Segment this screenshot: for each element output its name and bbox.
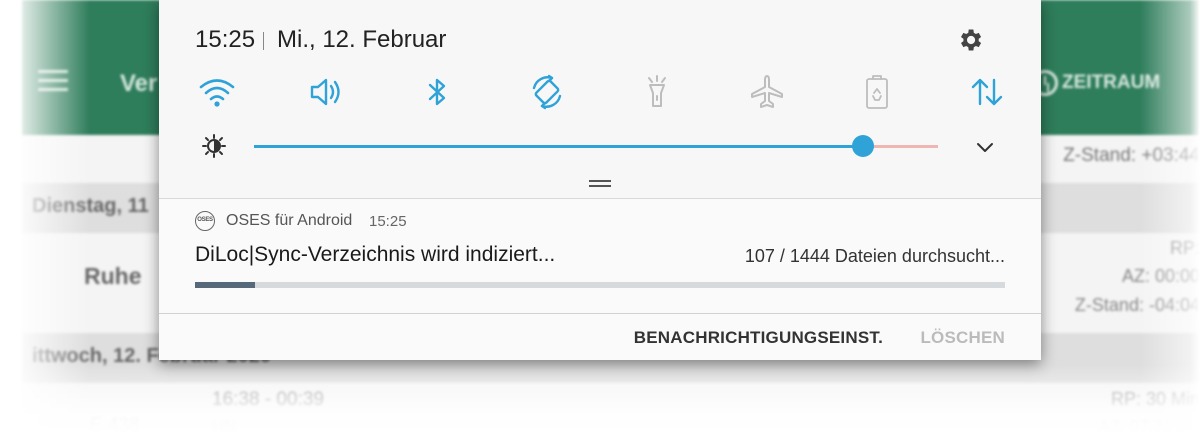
az-text: AZ: 00:00 [1121, 266, 1200, 286]
power-saving-icon [866, 75, 888, 109]
background-row: 16:38 - 00:39 RP: 30 Min E 438 HN AZ: 07… [22, 383, 1200, 435]
tile-flashlight[interactable] [637, 72, 677, 112]
drag-handle[interactable] [589, 180, 611, 187]
notification-settings-button[interactable]: BENACHRICHTIGUNGSEINST. [634, 328, 883, 348]
day-header-label: Dienstag, 11 [32, 195, 149, 217]
quick-settings: 15:25 Mi., 12. Februar [159, 0, 1041, 199]
slider-fill [254, 145, 863, 148]
menu-icon [38, 70, 68, 92]
tile-bluetooth[interactable] [417, 72, 457, 112]
notification-card[interactable]: OSES OSES für Android 15:25 DiLoc|Sync-V… [159, 199, 1041, 314]
notification-panel: 15:25 Mi., 12. Februar OSES OSES für And… [159, 0, 1041, 360]
auto-rotate-icon [532, 74, 562, 110]
airplane-mode-icon [751, 75, 783, 108]
wifi-icon [199, 79, 235, 107]
progress-fill [195, 282, 256, 288]
time-range-text: 16:38 - 00:39 [212, 389, 324, 410]
divider [263, 32, 264, 50]
quick-settings-tiles [197, 72, 1007, 112]
tile-wifi[interactable] [197, 72, 237, 112]
bluetooth-icon [428, 78, 446, 106]
status-date: Mi., 12. Februar [277, 26, 447, 53]
rp-text: RP: [1169, 238, 1200, 258]
brightness-icon [202, 134, 226, 158]
row-sub-label: HN [212, 417, 237, 435]
az-text: AZ: 07:31 (A) [1098, 417, 1200, 435]
notification-progress-text: 107 / 1444 Dateien durchsucht... [744, 246, 1005, 266]
notification-title: DiLoc|Sync-Verzeichnis wird indiziert... [195, 243, 556, 266]
flashlight-icon [648, 75, 666, 107]
brightness-slider[interactable] [254, 133, 938, 159]
progress-bar [195, 282, 1005, 288]
chevron-down-icon[interactable] [972, 134, 998, 160]
tile-sound[interactable] [307, 72, 347, 112]
row-label: E 438 [90, 415, 140, 435]
mobile-data-icon [971, 78, 1003, 106]
app-name: OSES für Android [226, 212, 353, 229]
z-stand-text: Z-Stand: +03:44 [1063, 145, 1200, 166]
tile-airplane-mode[interactable] [747, 72, 787, 112]
background-title: Ver [120, 70, 158, 97]
notification-actions: BENACHRICHTIGUNGSEINST. LÖSCHEN [159, 313, 1041, 360]
tile-power-saving[interactable] [857, 72, 897, 112]
app-icon: OSES [195, 211, 215, 231]
slider-thumb[interactable] [851, 135, 874, 157]
sound-icon [310, 78, 340, 106]
rp-text: RP: 30 Min [1110, 389, 1200, 409]
tile-auto-rotate[interactable] [527, 72, 567, 112]
status-time: 15:25 [195, 26, 256, 53]
clear-button[interactable]: LÖSCHEN [920, 328, 1005, 348]
row-label: Ruhe [84, 263, 142, 289]
tile-mobile-data[interactable] [967, 72, 1007, 112]
z-stand-text: Z-Stand: -04:04 [1074, 295, 1200, 315]
gear-icon[interactable] [956, 26, 984, 54]
notification-time: 15:25 [369, 213, 407, 230]
zeitraum-button: ZEITRAUM [1032, 70, 1160, 96]
zeitraum-label: ZEITRAUM [1062, 72, 1161, 93]
